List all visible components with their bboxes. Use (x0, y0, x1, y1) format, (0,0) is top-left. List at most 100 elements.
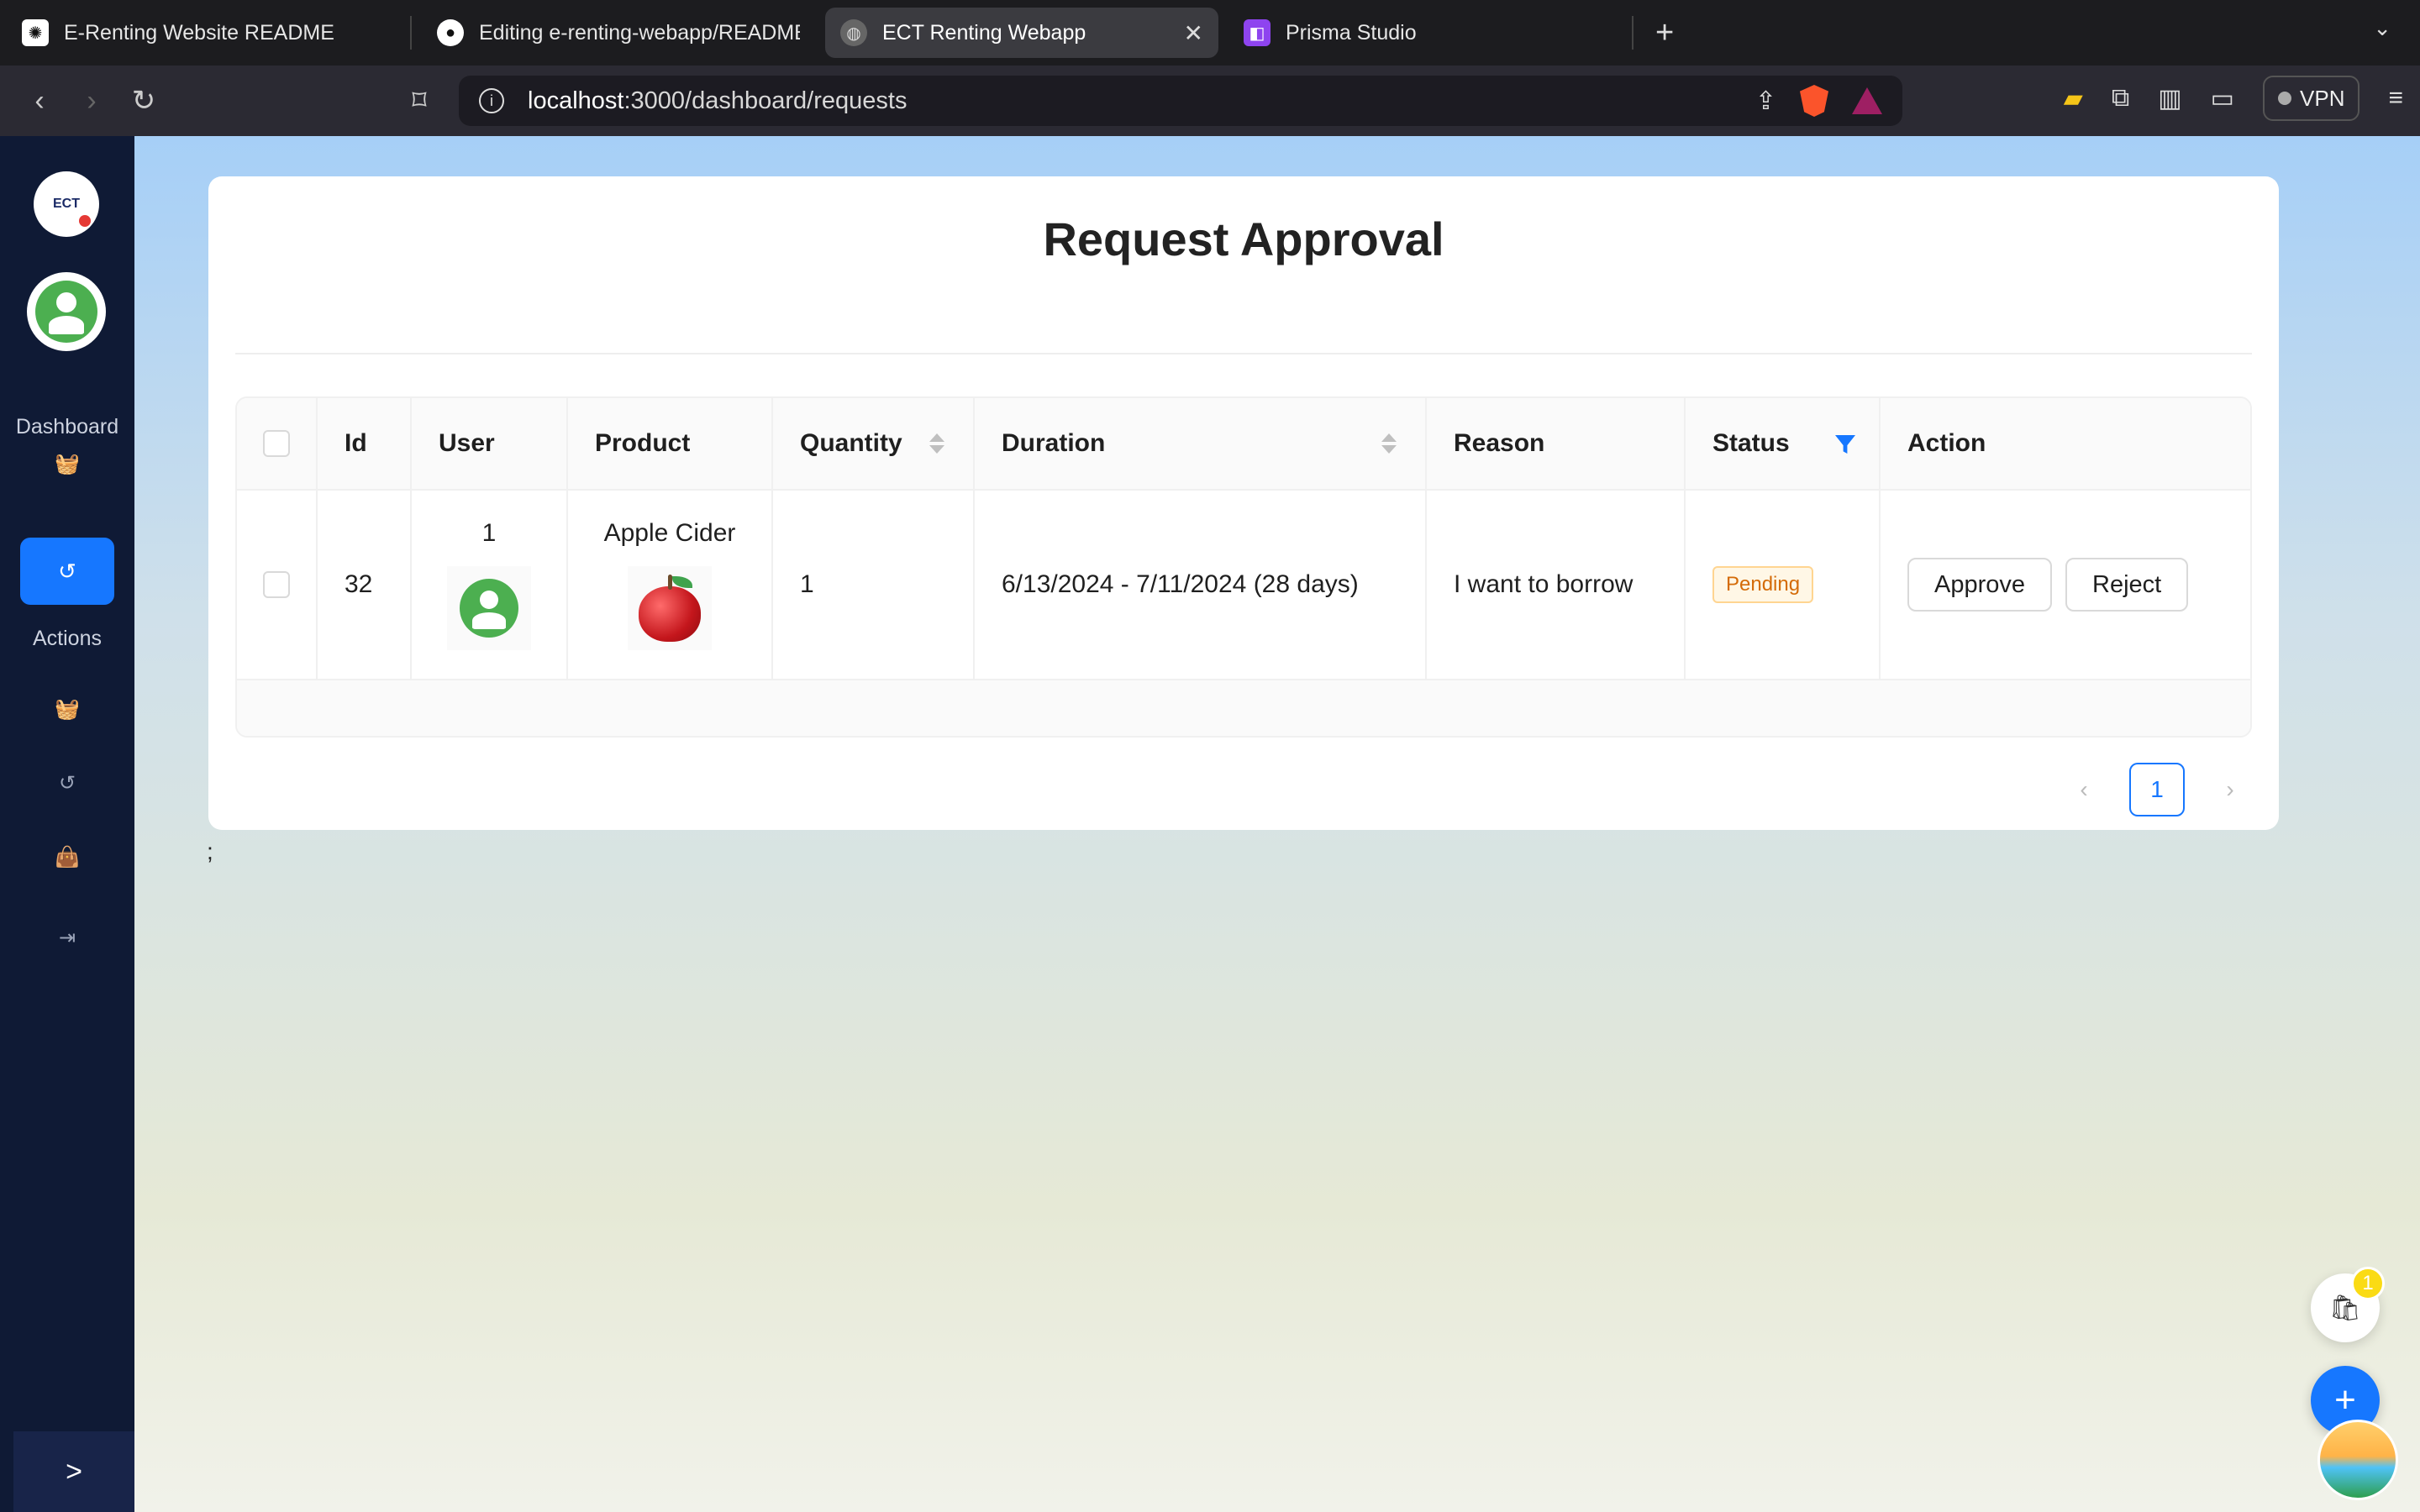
reload-icon[interactable]: ↻ (118, 84, 170, 118)
toolbar-actions: ▰ ⧉ ▥ ▭ VPN ≡ (2064, 76, 2403, 121)
globe-icon: ◍ (840, 19, 867, 46)
table-row: 32 1 Apple Cider 1 6/13/2024 - 7/11/2024… (237, 491, 2250, 680)
logo-dot (79, 215, 91, 227)
column-header-status[interactable]: Status (1686, 398, 1881, 489)
beach-avatar-icon[interactable] (2317, 1420, 2398, 1500)
prisma-icon: ◧ (1244, 19, 1270, 46)
product-image (628, 566, 712, 650)
stray-text: ; (207, 838, 213, 864)
basket-icon[interactable]: 🧺 (47, 689, 87, 729)
history-icon: ↺ (58, 558, 76, 584)
cart-button[interactable]: 🛍 1 (2311, 1267, 2385, 1342)
app-area: ECT Dashboard 🧺 ↺ Actions 🧺 ↺ 👜 ⇥ > Requ… (0, 136, 2420, 1512)
tab-prisma[interactable]: ◧ Prisma Studio (1228, 8, 1622, 58)
vpn-status-icon (2278, 92, 2292, 105)
extension-icon[interactable]: ▰ (2064, 84, 2083, 113)
column-header-product: Product (568, 398, 773, 489)
filter-icon[interactable] (1835, 435, 1855, 454)
column-header-duration[interactable]: Duration (975, 398, 1427, 489)
table-footer-row (237, 680, 2250, 736)
logout-icon[interactable]: ⇥ (47, 917, 87, 958)
sidebar-actions-label: Actions (33, 627, 102, 650)
user-icon (35, 281, 97, 343)
cell-reason: I want to borrow (1427, 491, 1686, 679)
sidebar: ECT Dashboard 🧺 ↺ Actions 🧺 ↺ 👜 ⇥ > (0, 136, 134, 1512)
tab-github[interactable]: ● Editing e-renting-webapp/README.md (422, 8, 815, 58)
wallet-icon[interactable]: ▭ (2211, 84, 2234, 113)
chevron-down-icon[interactable]: ⌄ (2373, 15, 2391, 41)
browser-tab-bar: ✺ E-Renting Website README ● Editing e-r… (0, 0, 2420, 66)
forward-icon[interactable]: › (66, 85, 118, 118)
vpn-label: VPN (2300, 85, 2345, 111)
requests-table: Id User Product Quantity Duration Reason… (235, 396, 2252, 738)
cell-quantity: 1 (773, 491, 975, 679)
shopping-bag-icon[interactable]: 👜 (47, 837, 87, 877)
brave-shields-icon[interactable] (1800, 85, 1828, 117)
basket-icon[interactable]: 🧺 (47, 444, 87, 484)
tab-separator (1632, 16, 1634, 50)
next-page-icon[interactable]: › (2208, 776, 2252, 803)
logo-text: ECT (53, 197, 80, 211)
cell-action: Approve Reject (1881, 491, 2250, 679)
column-header-action: Action (1907, 429, 1986, 457)
bookmark-icon[interactable]: ⌑ (393, 84, 445, 118)
user-avatar-thumb (447, 566, 531, 650)
prev-page-icon[interactable]: ‹ (2062, 776, 2106, 803)
sort-icon[interactable] (929, 433, 944, 454)
new-tab-icon[interactable]: + (1655, 15, 1674, 51)
back-icon[interactable]: ‹ (13, 85, 66, 118)
vpn-button[interactable]: VPN (2263, 76, 2360, 121)
approve-button[interactable]: Approve (1907, 558, 2053, 612)
github-icon: ● (437, 19, 464, 46)
plus-icon: + (2334, 1379, 2356, 1420)
cell-id: 32 (318, 491, 412, 679)
column-header-label: Quantity (800, 429, 902, 457)
reject-button[interactable]: Reject (2065, 558, 2189, 612)
cell-status: Pending (1686, 491, 1881, 679)
sort-icon[interactable] (1381, 433, 1397, 454)
tab-title: Editing e-renting-webapp/README.md (479, 20, 800, 45)
site-info-icon[interactable]: i (479, 88, 504, 113)
cell-duration: 6/13/2024 - 7/11/2024 (28 days) (975, 491, 1427, 679)
cell-product: Apple Cider (568, 491, 773, 679)
sidebar-toggle-icon[interactable]: ▥ (2158, 84, 2181, 113)
column-header-label: Status (1712, 429, 1790, 457)
column-header-user: User (412, 398, 568, 489)
sidebar-collapse-button[interactable]: > (13, 1431, 134, 1512)
history-icon[interactable]: ↺ (47, 763, 87, 803)
divider (235, 353, 2252, 354)
browser-toolbar: ‹ › ↻ ⌑ i localhost:3000/dashboard/reque… (0, 66, 2420, 136)
tab-ect-renting[interactable]: ◍ ECT Renting Webapp ✕ (825, 8, 1218, 58)
user-id: 1 (481, 519, 497, 547)
user-avatar[interactable] (27, 272, 106, 351)
row-select-cell (237, 491, 318, 679)
close-tab-icon[interactable]: ✕ (1184, 19, 1203, 47)
address-bar[interactable]: i localhost:3000/dashboard/requests ⇪ (459, 76, 1902, 126)
row-checkbox[interactable] (263, 571, 290, 598)
select-all-checkbox[interactable] (263, 430, 290, 457)
menu-icon[interactable]: ≡ (2388, 84, 2403, 113)
tab-title: E-Renting Website README (64, 20, 334, 45)
sidebar-item-requests[interactable]: ↺ (20, 538, 114, 605)
sidebar-dashboard-label[interactable]: Dashboard (0, 415, 134, 439)
url-host: localhost (528, 87, 624, 114)
app-logo[interactable]: ECT (34, 171, 99, 237)
page-button[interactable]: 1 (2129, 763, 2185, 816)
brave-rewards-icon[interactable] (1852, 87, 1882, 114)
tab-readme[interactable]: ✺ E-Renting Website README (7, 8, 400, 58)
openai-icon: ✺ (22, 19, 49, 46)
chevron-right-icon: > (66, 1455, 82, 1488)
column-header-quantity[interactable]: Quantity (773, 398, 975, 489)
shopping-bag-icon: 🛍 (2328, 1294, 2362, 1322)
share-icon[interactable]: ⇪ (1755, 87, 1776, 116)
status-badge: Pending (1712, 566, 1814, 603)
product-name: Apple Cider (603, 519, 736, 547)
page-title: Request Approval (1043, 213, 1444, 265)
cart-count-badge: 1 (2351, 1267, 2385, 1300)
tab-title: Prisma Studio (1286, 20, 1417, 45)
pagination: ‹ 1 › (2062, 763, 2252, 816)
cell-user: 1 (412, 491, 568, 679)
extensions-icon[interactable]: ⧉ (2112, 84, 2129, 113)
request-approval-card: Request Approval Id User Product Quantit… (208, 176, 2279, 830)
column-header-label: Duration (1002, 429, 1106, 457)
